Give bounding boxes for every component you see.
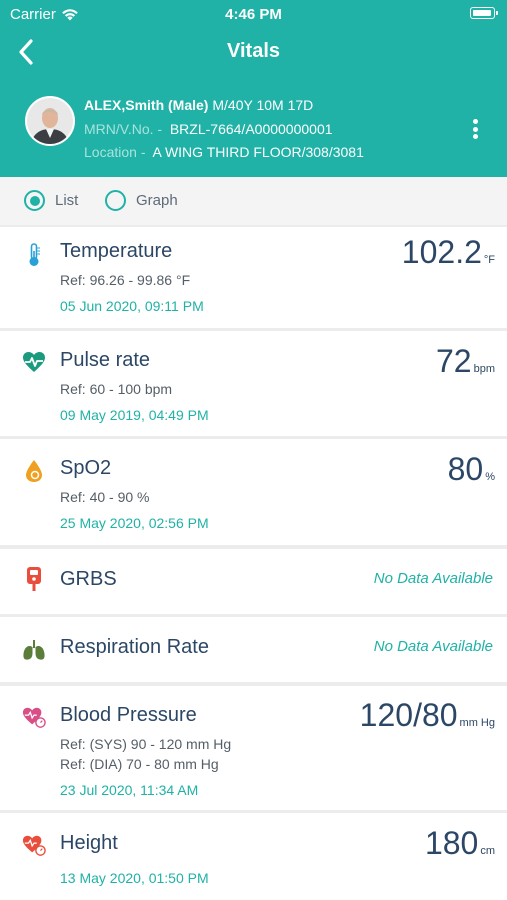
- no-data-label: No Data Available: [373, 638, 493, 655]
- nav-bar: Vitals: [0, 28, 507, 76]
- vital-card-grbs[interactable]: GRBS No Data Available: [0, 549, 507, 614]
- vital-reference: Ref: 96.26 - 99.86 °F: [60, 272, 191, 288]
- no-data-label: No Data Available: [373, 570, 493, 587]
- vital-name: Height: [60, 832, 118, 854]
- vital-name: Temperature: [60, 240, 173, 262]
- patient-info: ALEX,Smith (Male) M/40Y 10M 17D MRN/V.No…: [0, 86, 507, 170]
- vital-card-respiration-rate[interactable]: Respiration Rate No Data Available: [0, 617, 507, 682]
- vital-value-number: 72: [436, 343, 472, 379]
- heart-pulse-icon: [22, 350, 46, 374]
- location-value: A WING THIRD FLOOR/308/3081: [152, 144, 364, 160]
- radio-unselected-icon: [105, 190, 126, 211]
- radio-selected-icon: [24, 190, 45, 211]
- vital-unit: °F: [483, 254, 495, 266]
- thermometer-icon: [22, 243, 46, 267]
- vital-value: 102.2 °F: [402, 234, 495, 271]
- vital-reference-systolic: Ref: (SYS) 90 - 120 mm Hg: [60, 736, 232, 752]
- list-radio[interactable]: List: [24, 190, 78, 211]
- vital-date: 25 May 2020, 02:56 PM: [60, 515, 209, 531]
- more-options-button[interactable]: [465, 116, 485, 142]
- graph-radio-label: Graph: [136, 192, 178, 209]
- header: Carrier 4:46 PM Vitals ALEX,Smith (Male)…: [0, 0, 507, 177]
- graph-radio[interactable]: Graph: [105, 190, 178, 211]
- vital-card-spo2[interactable]: SpO2 Ref: 40 - 90 % 25 May 2020, 02:56 P…: [0, 439, 507, 545]
- vital-date: 23 Jul 2020, 11:34 AM: [60, 782, 199, 798]
- blood-pressure-icon: [22, 705, 46, 729]
- vital-reference: Ref: 60 - 100 bpm: [60, 381, 173, 397]
- mrn-value: BRZL-7664/A0000000001: [169, 121, 333, 137]
- glucose-meter-icon: [22, 567, 46, 591]
- status-bar: Carrier 4:46 PM: [0, 0, 507, 28]
- vital-card-height[interactable]: Height 13 May 2020, 01:50 PM 180 cm: [0, 813, 507, 900]
- vital-card-temperature[interactable]: Temperature Ref: 96.26 - 99.86 °F 05 Jun…: [0, 227, 507, 328]
- status-time: 4:46 PM: [225, 6, 282, 23]
- vital-value: 80%: [448, 451, 495, 488]
- vital-value: 72 bpm: [436, 343, 495, 380]
- vital-name: SpO2: [60, 457, 112, 479]
- location-label: Location -: [84, 144, 146, 160]
- vital-unit: mm Hg: [459, 717, 495, 729]
- vital-value: 180 cm: [425, 825, 495, 862]
- dot-icon: [472, 119, 478, 124]
- vital-value: 120/80 mm Hg: [360, 697, 495, 734]
- vital-value-number: 80: [447, 451, 484, 487]
- vital-name: Blood Pressure: [60, 704, 197, 726]
- vital-date: 05 Jun 2020, 09:11 PM: [60, 298, 204, 314]
- vital-value-number: 180: [424, 825, 479, 861]
- lungs-icon: [22, 638, 46, 662]
- vital-unit: cm: [480, 845, 495, 857]
- dot-icon: [472, 134, 478, 139]
- vital-name: Respiration Rate: [60, 636, 209, 658]
- vital-value-number: 120/80: [359, 697, 458, 733]
- patient-avatar: [25, 96, 75, 146]
- battery-icon: [470, 7, 498, 19]
- vital-unit: bpm: [473, 363, 495, 375]
- vital-reference: Ref: 40 - 90 %: [60, 489, 150, 505]
- patient-age: M/40Y 10M 17D: [212, 97, 314, 113]
- vital-name: GRBS: [60, 568, 117, 590]
- patient-location-line: Location - A WING THIRD FLOOR/308/3081: [84, 144, 364, 160]
- dot-icon: [472, 126, 478, 132]
- vital-name: Pulse rate: [60, 349, 151, 371]
- vital-card-pulse-rate[interactable]: Pulse rate Ref: 60 - 100 bpm 09 May 2019…: [0, 331, 507, 436]
- page-title: Vitals: [227, 40, 280, 62]
- vital-value-number: 102.2: [401, 234, 482, 270]
- list-radio-label: List: [55, 192, 79, 209]
- patient-name: ALEX,Smith (Male): [84, 97, 209, 113]
- vital-date: 09 May 2019, 04:49 PM: [60, 407, 209, 423]
- mrn-label: MRN/V.No. -: [84, 121, 163, 137]
- vital-unit: %: [485, 471, 495, 483]
- patient-name-line: ALEX,Smith (Male) M/40Y 10M 17D: [84, 97, 313, 113]
- oxygen-drop-icon: [22, 459, 46, 483]
- patient-mrn-line: MRN/V.No. - BRZL-7664/A0000000001: [84, 121, 333, 137]
- vital-card-blood-pressure[interactable]: Blood Pressure Ref: (SYS) 90 - 120 mm Hg…: [0, 686, 507, 810]
- vital-date: 13 May 2020, 01:50 PM: [60, 870, 209, 886]
- vital-reference-diastolic: Ref: (DIA) 70 - 80 mm Hg: [60, 756, 219, 772]
- height-icon: [22, 833, 46, 857]
- view-toggle: List Graph: [0, 177, 507, 225]
